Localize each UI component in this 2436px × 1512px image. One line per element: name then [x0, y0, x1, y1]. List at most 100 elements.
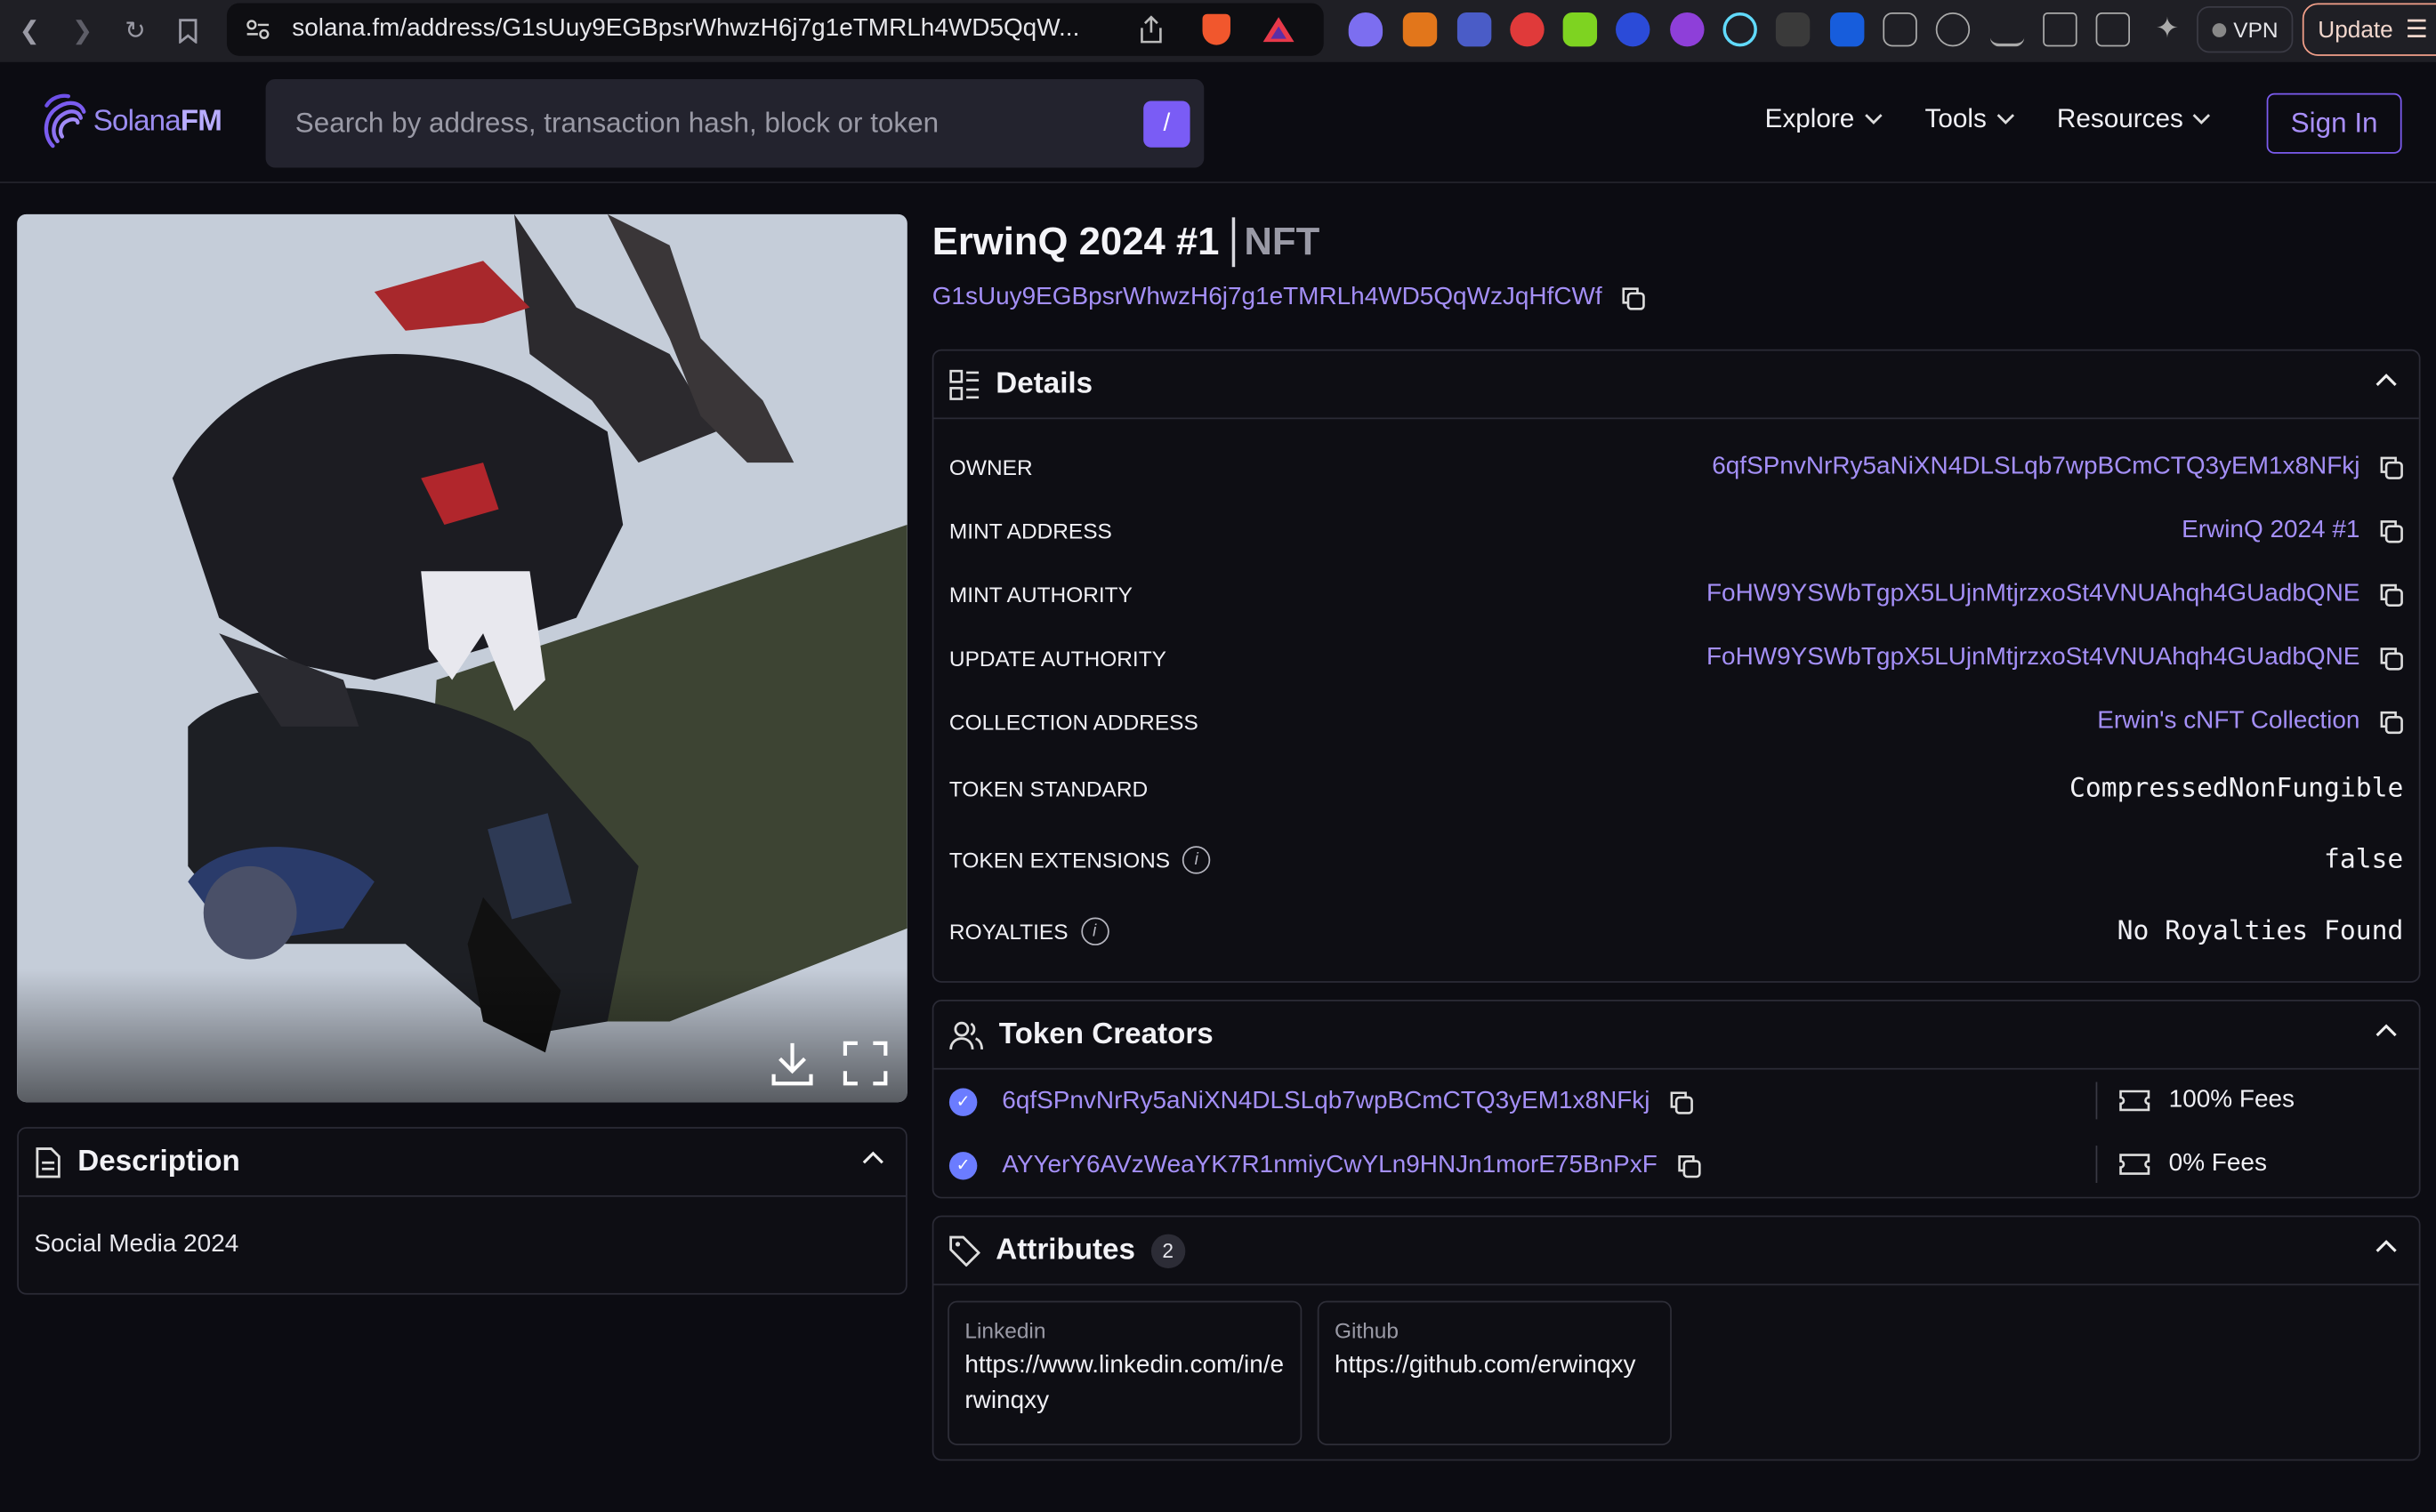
logo-text-fm: FM — [180, 105, 222, 139]
creator-address[interactable]: AYYerY6AVzWeaYK7R1nmiyCwYLn9HNJn1morE75B… — [1002, 1151, 1658, 1178]
chevron-up-icon[interactable] — [2376, 1239, 2397, 1253]
download-icon[interactable] — [770, 1040, 814, 1086]
detail-key: OWNER — [948, 454, 1033, 479]
description-header[interactable]: Description — [18, 1129, 907, 1197]
token-extensions-label: TOKEN EXTENSIONS — [948, 847, 1171, 873]
attributes-title: Attributes — [996, 1233, 1135, 1267]
attribute-card: Linkedin https://www.linkedin.com/in/erw… — [948, 1300, 1303, 1445]
token-title: ErwinQ 2024 #1 NFT — [932, 214, 2421, 270]
title-divider — [1231, 217, 1235, 268]
copy-icon[interactable] — [2378, 454, 2403, 479]
royalties-value: No Royalties Found — [2117, 915, 2404, 947]
site-settings-icon[interactable] — [246, 19, 270, 40]
forward-icon[interactable]: ❯ — [65, 14, 99, 48]
extension-icon-4[interactable] — [1510, 12, 1545, 47]
detail-key: ROYALTIES i — [949, 917, 1109, 945]
chevron-down-icon — [1996, 114, 2014, 125]
copy-icon[interactable] — [2378, 518, 2403, 543]
extension-icon-12[interactable] — [1935, 12, 1971, 47]
detail-key: TOKEN STANDARD — [948, 776, 1149, 801]
token-type: NFT — [1244, 219, 1320, 263]
detail-key: MINT AUTHORITY — [948, 581, 1133, 607]
attributes-header[interactable]: Attributes 2 — [933, 1217, 2419, 1286]
bitwarden-icon[interactable] — [1829, 12, 1865, 47]
vpn-label: VPN — [2233, 17, 2279, 43]
info-icon[interactable]: i — [1182, 846, 1211, 874]
metamask-icon[interactable] — [1402, 12, 1438, 47]
mint-address-link[interactable]: ErwinQ 2024 #1 — [2182, 516, 2359, 543]
fullscreen-icon[interactable] — [842, 1040, 888, 1086]
details-rows: OWNER 6qfSPnvNrRy5aNiXN4DLSLqb7wpBCmCTQ3… — [933, 419, 2418, 967]
creator-fee-text: 0% Fees — [2168, 1150, 2267, 1177]
bookmark-icon[interactable] — [171, 14, 205, 48]
extension-icon-9[interactable] — [1775, 12, 1811, 47]
extension-icon-3[interactable] — [1456, 12, 1492, 47]
brave-rewards-icon[interactable] — [1262, 15, 1295, 43]
attributes-panel: Attributes 2 Linkedin https://www.linked… — [932, 1215, 2421, 1461]
chevron-up-icon[interactable] — [2376, 1023, 2397, 1037]
ticket-icon — [2119, 1090, 2150, 1112]
explore-menu[interactable]: Explore — [1765, 104, 1883, 135]
owner-link[interactable]: 6qfSPnvNrRy5aNiXN4DLSLqb7wpBCmCTQ3yEM1x8… — [1712, 453, 2359, 480]
description-title: Description — [77, 1145, 240, 1178]
solanafm-logo[interactable]: SolanaFM — [40, 93, 222, 152]
mint-authority-link[interactable]: FoHW9YSWbTgpX5LUjnMtjrzxoSt4VNUAhqh4GUad… — [1706, 580, 2359, 607]
token-creators-panel: Token Creators ✓ 6qfSPnvNrRy5aNiXN4DLSLq… — [932, 1000, 2421, 1199]
leo-ai-icon[interactable]: ✦ — [2150, 12, 2184, 46]
copy-icon[interactable] — [2378, 709, 2403, 734]
vpn-button[interactable]: VPN — [2197, 5, 2294, 53]
sign-in-button[interactable]: Sign In — [2266, 92, 2402, 154]
update-label: Update — [2318, 16, 2393, 43]
share-icon[interactable] — [1141, 15, 1162, 44]
resources-label: Resources — [2056, 103, 2183, 134]
attributes-count-badge: 2 — [1150, 1233, 1185, 1268]
detail-value: FoHW9YSWbTgpX5LUjnMtjrzxoSt4VNUAhqh4GUad… — [1706, 643, 2403, 671]
copy-icon[interactable] — [2378, 582, 2403, 607]
detail-row-owner: OWNER 6qfSPnvNrRy5aNiXN4DLSLqb7wpBCmCTQ3… — [933, 435, 2418, 499]
info-icon[interactable]: i — [1080, 917, 1109, 945]
token-creators-header[interactable]: Token Creators — [933, 1001, 2419, 1070]
creator-fee: 100% Fees — [2095, 1082, 2295, 1120]
reload-icon[interactable]: ↻ — [118, 14, 152, 48]
update-button[interactable]: Update ☰ — [2302, 3, 2436, 56]
creator-fee-text: 100% Fees — [2168, 1086, 2295, 1114]
token-address-row: G1sUuy9EGBpsrWhwzH6j7g1eTMRLh4WD5QqWzJqH… — [932, 279, 2421, 317]
resources-menu[interactable]: Resources — [2057, 104, 2211, 135]
extension-icon-7[interactable] — [1670, 12, 1705, 47]
detail-row-token-standard: TOKEN STANDARD CompressedNonFungible — [933, 753, 2418, 824]
copy-icon[interactable] — [1621, 286, 1646, 310]
tag-icon — [949, 1235, 980, 1267]
details-panel: Details OWNER 6qfSPnvNrRy5aNiXN4DLSLqb7w… — [932, 349, 2421, 983]
detail-row-mint-address: MINT ADDRESS ErwinQ 2024 #1 — [933, 498, 2418, 562]
extension-icon-6[interactable] — [1616, 12, 1650, 47]
copy-icon[interactable] — [1676, 1153, 1701, 1178]
sidebar-icon[interactable] — [2043, 12, 2077, 47]
address-bar[interactable]: solana.fm/address/G1sUuy9EGBpsrWhwzH6j7g… — [226, 3, 1324, 56]
detail-value: FoHW9YSWbTgpX5LUjnMtjrzxoSt4VNUAhqh4GUad… — [1706, 580, 2403, 607]
collection-link[interactable]: Erwin's cNFT Collection — [2097, 707, 2359, 735]
verified-icon: ✓ — [948, 1151, 978, 1179]
copy-icon[interactable] — [2378, 645, 2403, 670]
detail-key: COLLECTION ADDRESS — [948, 708, 1198, 734]
chevron-up-icon[interactable] — [2376, 373, 2397, 387]
extension-icon-5[interactable] — [1562, 12, 1598, 47]
left-column: Description Social Media 2024 — [17, 213, 907, 1295]
details-header[interactable]: Details — [933, 350, 2419, 420]
token-address[interactable]: G1sUuy9EGBpsrWhwzH6j7g1eTMRLh4WD5QqWzJqH… — [932, 284, 1602, 311]
downloads-icon[interactable] — [1989, 12, 2025, 47]
tools-menu[interactable]: Tools — [1925, 104, 2015, 135]
update-authority-link[interactable]: FoHW9YSWbTgpX5LUjnMtjrzxoSt4VNUAhqh4GUad… — [1706, 643, 2359, 671]
chevron-up-icon[interactable] — [862, 1150, 883, 1164]
site-header: SolanaFM Search by address, transaction … — [0, 62, 2436, 183]
wallet-icon[interactable] — [2095, 12, 2130, 47]
react-devtools-icon[interactable] — [1722, 12, 1757, 47]
extension-icon-1[interactable] — [1348, 12, 1383, 47]
creator-address[interactable]: 6qfSPnvNrRy5aNiXN4DLSLqb7wpBCmCTQ3yEM1x8… — [1002, 1088, 1650, 1115]
brave-shield-icon[interactable] — [1202, 13, 1230, 45]
extensions-puzzle-icon[interactable] — [1883, 12, 1917, 47]
search-input[interactable]: Search by address, transaction hash, blo… — [265, 79, 1205, 168]
detail-row-collection-address: COLLECTION ADDRESS Erwin's cNFT Collecti… — [933, 689, 2418, 753]
back-icon[interactable]: ❮ — [12, 14, 46, 48]
copy-icon[interactable] — [1668, 1089, 1693, 1114]
nft-image[interactable] — [17, 213, 907, 1103]
